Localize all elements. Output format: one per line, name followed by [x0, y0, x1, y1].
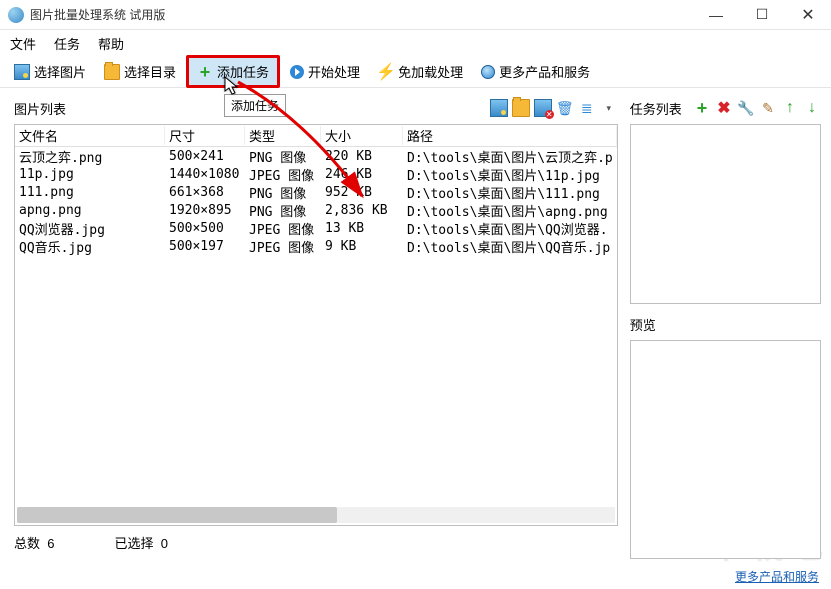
- main-toolbar: 选择图片 选择目录 + 添加任务 开始处理 ⚡ 免加载处理 更多产品和服务: [0, 56, 831, 88]
- col-size[interactable]: 大小: [321, 126, 403, 145]
- menu-help[interactable]: 帮助: [98, 34, 124, 53]
- more-products-button[interactable]: 更多产品和服务: [473, 58, 598, 85]
- task-remove-icon[interactable]: ✖: [715, 99, 733, 117]
- list-view-icon[interactable]: ≣: [578, 99, 596, 117]
- task-list-box[interactable]: [630, 124, 821, 304]
- scroll-thumb[interactable]: [17, 507, 337, 523]
- select-folder-button[interactable]: 选择目录: [96, 58, 184, 85]
- col-name[interactable]: 文件名: [15, 126, 165, 145]
- add-image-icon[interactable]: [490, 99, 508, 117]
- table-header: 文件名 尺寸 类型 大小 路径: [15, 125, 617, 147]
- menu-file[interactable]: 文件: [10, 34, 36, 53]
- horizontal-scrollbar[interactable]: [17, 507, 615, 523]
- status-line: 总数 6 已选择 0: [14, 532, 618, 552]
- start-process-button[interactable]: 开始处理: [282, 58, 368, 85]
- right-panel: 任务列表 + ✖ 🔧 ✎ ↑ ↓ 预览: [626, 88, 831, 565]
- task-add-icon[interactable]: +: [693, 99, 711, 117]
- image-list-title: 图片列表: [14, 99, 66, 118]
- table-row[interactable]: 11p.jpg1440×1080JPEG 图像246 KBD:\tools\桌面…: [15, 165, 617, 183]
- bolt-icon: ⚡: [378, 64, 394, 80]
- image-icon: [14, 64, 30, 80]
- preview-title: 预览: [630, 315, 656, 334]
- no-load-process-button[interactable]: ⚡ 免加载处理: [370, 58, 471, 85]
- task-list-title: 任务列表: [630, 99, 682, 118]
- col-path[interactable]: 路径: [403, 126, 617, 145]
- table-row[interactable]: 云顶之弈.png500×241PNG 图像220 KBD:\tools\桌面\图…: [15, 147, 617, 165]
- table-row[interactable]: QQ音乐.jpg500×197JPEG 图像9 KBD:\tools\桌面\图片…: [15, 237, 617, 255]
- file-table[interactable]: 文件名 尺寸 类型 大小 路径 云顶之弈.png500×241PNG 图像220…: [14, 124, 618, 526]
- table-row[interactable]: QQ浏览器.jpg500×500JPEG 图像13 KBD:\tools\桌面\…: [15, 219, 617, 237]
- globe-icon: [481, 65, 495, 79]
- footer-link[interactable]: 更多产品和服务: [735, 568, 819, 585]
- col-type[interactable]: 类型: [245, 126, 321, 145]
- image-list-toolbar: 🗑 ≣ ▾: [490, 99, 618, 117]
- close-button[interactable]: ✕: [785, 0, 831, 29]
- left-panel: 添加任务 图片列表 🗑 ≣ ▾ 文件名 尺寸 类型 大小 路径 云顶之弈.png…: [0, 88, 626, 565]
- table-row[interactable]: apng.png1920×895PNG 图像2,836 KBD:\tools\桌…: [15, 201, 617, 219]
- dropdown-icon[interactable]: ▾: [600, 99, 618, 117]
- titlebar: 图片批量处理系统 试用版 — ☐ ✕: [0, 0, 831, 30]
- plus-icon: +: [197, 64, 213, 80]
- maximize-button[interactable]: ☐: [739, 0, 785, 29]
- select-image-button[interactable]: 选择图片: [6, 58, 94, 85]
- table-row[interactable]: 111.png661×368PNG 图像952 KBD:\tools\桌面\图片…: [15, 183, 617, 201]
- play-icon: [290, 65, 304, 79]
- tooltip-add-task: 添加任务: [224, 94, 286, 117]
- preview-box: [630, 340, 821, 559]
- menu-task[interactable]: 任务: [54, 34, 80, 53]
- window-title: 图片批量处理系统 试用版: [30, 6, 693, 23]
- task-settings-icon[interactable]: 🔧: [737, 99, 755, 117]
- menubar: 文件 任务 帮助: [0, 30, 831, 56]
- task-clear-icon[interactable]: ✎: [759, 99, 777, 117]
- minimize-button[interactable]: —: [693, 0, 739, 29]
- task-down-icon[interactable]: ↓: [803, 99, 821, 117]
- add-task-button[interactable]: + 添加任务: [186, 55, 280, 88]
- trash-icon[interactable]: 🗑: [556, 99, 574, 117]
- folder-icon: [104, 64, 120, 80]
- app-icon: [8, 7, 24, 23]
- remove-image-icon[interactable]: [534, 99, 552, 117]
- add-folder-icon[interactable]: [512, 99, 530, 117]
- task-list-toolbar: + ✖ 🔧 ✎ ↑ ↓: [693, 99, 821, 117]
- task-up-icon[interactable]: ↑: [781, 99, 799, 117]
- col-dim[interactable]: 尺寸: [165, 126, 245, 145]
